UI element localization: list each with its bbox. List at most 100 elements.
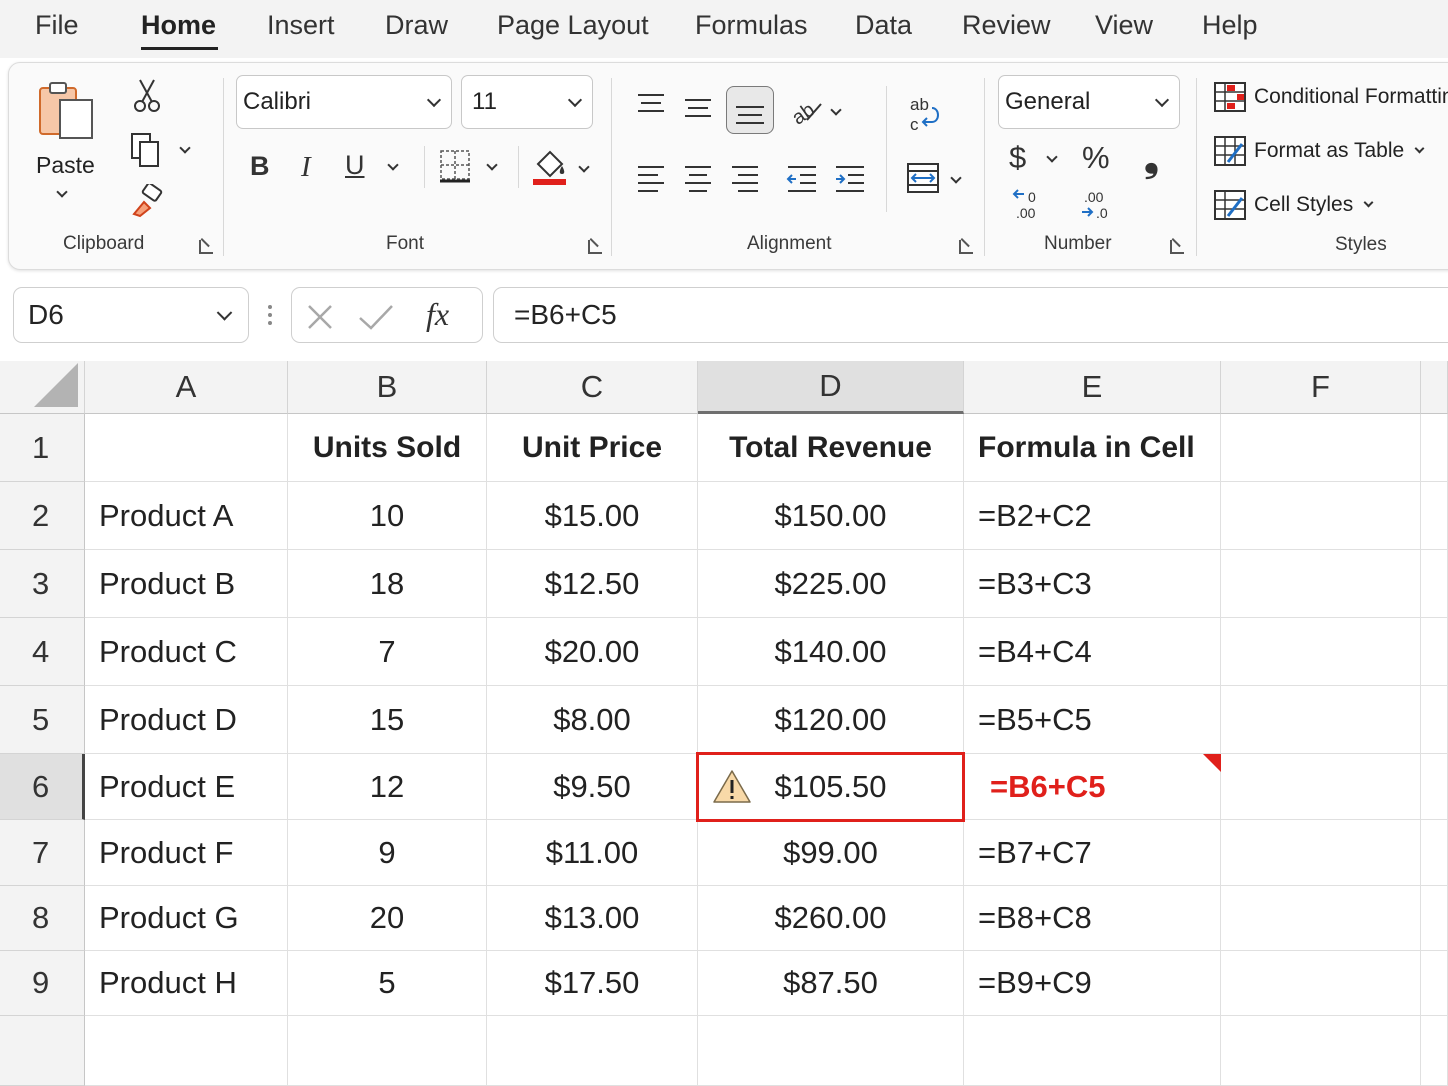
decrease-indent-button[interactable] xyxy=(786,164,818,197)
row-header-3[interactable]: 3 xyxy=(0,550,85,618)
cell-c9[interactable]: $17.50 xyxy=(487,951,698,1016)
align-middle-button[interactable] xyxy=(683,97,713,126)
formula-bar-resize-handle[interactable] xyxy=(266,303,274,334)
name-box[interactable]: D6 xyxy=(13,287,249,343)
align-right-button[interactable] xyxy=(730,164,760,197)
cell-e5[interactable]: =B5+C5 xyxy=(964,686,1221,754)
column-header-a[interactable]: A xyxy=(85,361,288,414)
cell-e3[interactable]: =B3+C3 xyxy=(964,550,1221,618)
font-size-select[interactable]: 11 xyxy=(461,75,593,129)
cell-e9[interactable]: =B9+C9 xyxy=(964,951,1221,1016)
cell-a5[interactable]: Product D xyxy=(85,686,288,754)
cell-d2[interactable]: $150.00 xyxy=(698,482,964,550)
tab-page-layout[interactable]: Page Layout xyxy=(497,8,649,42)
cell-c8[interactable]: $13.00 xyxy=(487,886,698,951)
cell-g5[interactable] xyxy=(1421,686,1448,754)
copy-button[interactable] xyxy=(130,132,162,173)
cell-a6[interactable]: Product E xyxy=(85,754,288,820)
currency-button[interactable]: $ xyxy=(1009,142,1026,173)
cell-c3[interactable]: $12.50 xyxy=(487,550,698,618)
cell-d1[interactable]: Total Revenue xyxy=(698,414,964,482)
cell-e1[interactable]: Formula in Cell xyxy=(964,414,1221,482)
cell-empty[interactable] xyxy=(698,1016,964,1086)
cell-d8[interactable]: $260.00 xyxy=(698,886,964,951)
cell-f6[interactable] xyxy=(1221,754,1421,820)
cell-e6[interactable]: =B6+C5 xyxy=(964,754,1221,820)
cell-g1[interactable] xyxy=(1421,414,1448,482)
cell-d3[interactable]: $225.00 xyxy=(698,550,964,618)
row-header-2[interactable]: 2 xyxy=(0,482,85,550)
cell-a2[interactable]: Product A xyxy=(85,482,288,550)
cell-empty[interactable] xyxy=(487,1016,698,1086)
format-painter-button[interactable] xyxy=(130,182,164,223)
cell-d4[interactable]: $140.00 xyxy=(698,618,964,686)
font-launcher-icon[interactable] xyxy=(588,240,602,254)
align-bottom-button[interactable] xyxy=(726,86,774,134)
cell-styles-button[interactable]: Cell Styles xyxy=(1214,190,1374,220)
cell-f1[interactable] xyxy=(1221,414,1421,482)
cell-b7[interactable]: 9 xyxy=(288,820,487,886)
merge-center-button[interactable] xyxy=(906,162,940,201)
cell-a7[interactable]: Product F xyxy=(85,820,288,886)
cell-e7[interactable]: =B7+C7 xyxy=(964,820,1221,886)
cell-f3[interactable] xyxy=(1221,550,1421,618)
wrap-text-button[interactable]: ab c xyxy=(908,94,942,139)
number-format-select[interactable]: General xyxy=(998,75,1180,129)
cell-b6[interactable]: 12 xyxy=(288,754,487,820)
column-header-c[interactable]: C xyxy=(487,361,698,414)
tab-formulas[interactable]: Formulas xyxy=(695,8,808,42)
cell-f4[interactable] xyxy=(1221,618,1421,686)
cell-empty[interactable] xyxy=(1421,1016,1448,1086)
decrease-decimal-button[interactable]: .00 .0 xyxy=(1080,188,1116,227)
row-header-6[interactable]: 6 xyxy=(0,754,85,820)
row-header-1[interactable]: 1 xyxy=(0,414,85,482)
cell-b9[interactable]: 5 xyxy=(288,951,487,1016)
cell-c2[interactable]: $15.00 xyxy=(487,482,698,550)
cell-c1[interactable]: Unit Price xyxy=(487,414,698,482)
insert-function-button[interactable]: fx xyxy=(426,296,449,333)
row-header-4[interactable]: 4 xyxy=(0,618,85,686)
cell-d7[interactable]: $99.00 xyxy=(698,820,964,886)
paste-button[interactable] xyxy=(36,80,98,142)
cell-b2[interactable]: 10 xyxy=(288,482,487,550)
cell-e4[interactable]: =B4+C4 xyxy=(964,618,1221,686)
cell-b3[interactable]: 18 xyxy=(288,550,487,618)
cell-a8[interactable]: Product G xyxy=(85,886,288,951)
alignment-launcher-icon[interactable] xyxy=(959,240,973,254)
bold-button[interactable]: B xyxy=(250,153,270,180)
cell-f5[interactable] xyxy=(1221,686,1421,754)
cancel-icon[interactable] xyxy=(306,303,334,331)
orientation-button[interactable]: ab xyxy=(788,94,825,133)
borders-button[interactable] xyxy=(440,150,472,189)
number-launcher-icon[interactable] xyxy=(1170,240,1184,254)
row-header-7[interactable]: 7 xyxy=(0,820,85,886)
cell-empty[interactable] xyxy=(964,1016,1221,1086)
warning-icon[interactable] xyxy=(712,769,752,810)
tab-draw[interactable]: Draw xyxy=(385,8,448,42)
tab-file[interactable]: File xyxy=(35,8,79,42)
cell-f9[interactable] xyxy=(1221,951,1421,1016)
formula-input[interactable]: =B6+C5 xyxy=(493,287,1448,343)
cell-d5[interactable]: $120.00 xyxy=(698,686,964,754)
cell-g3[interactable] xyxy=(1421,550,1448,618)
column-header-b[interactable]: B xyxy=(288,361,487,414)
cell-c7[interactable]: $11.00 xyxy=(487,820,698,886)
cell-g8[interactable] xyxy=(1421,886,1448,951)
row-header-empty[interactable] xyxy=(0,1016,85,1086)
cell-empty[interactable] xyxy=(1221,1016,1421,1086)
cut-button[interactable] xyxy=(132,78,162,119)
tab-insert[interactable]: Insert xyxy=(267,8,335,42)
column-header-f[interactable]: F xyxy=(1221,361,1421,414)
tab-view[interactable]: View xyxy=(1095,8,1153,42)
paste-label[interactable]: Paste xyxy=(36,152,95,179)
cell-a3[interactable]: Product B xyxy=(85,550,288,618)
increase-indent-button[interactable] xyxy=(834,164,866,197)
cell-b1[interactable]: Units Sold xyxy=(288,414,487,482)
cell-c5[interactable]: $8.00 xyxy=(487,686,698,754)
align-left-button[interactable] xyxy=(636,164,666,197)
percent-button[interactable]: % xyxy=(1082,142,1110,173)
cell-a9[interactable]: Product H xyxy=(85,951,288,1016)
column-header-d[interactable]: D xyxy=(698,361,964,414)
cell-b5[interactable]: 15 xyxy=(288,686,487,754)
cell-g4[interactable] xyxy=(1421,618,1448,686)
